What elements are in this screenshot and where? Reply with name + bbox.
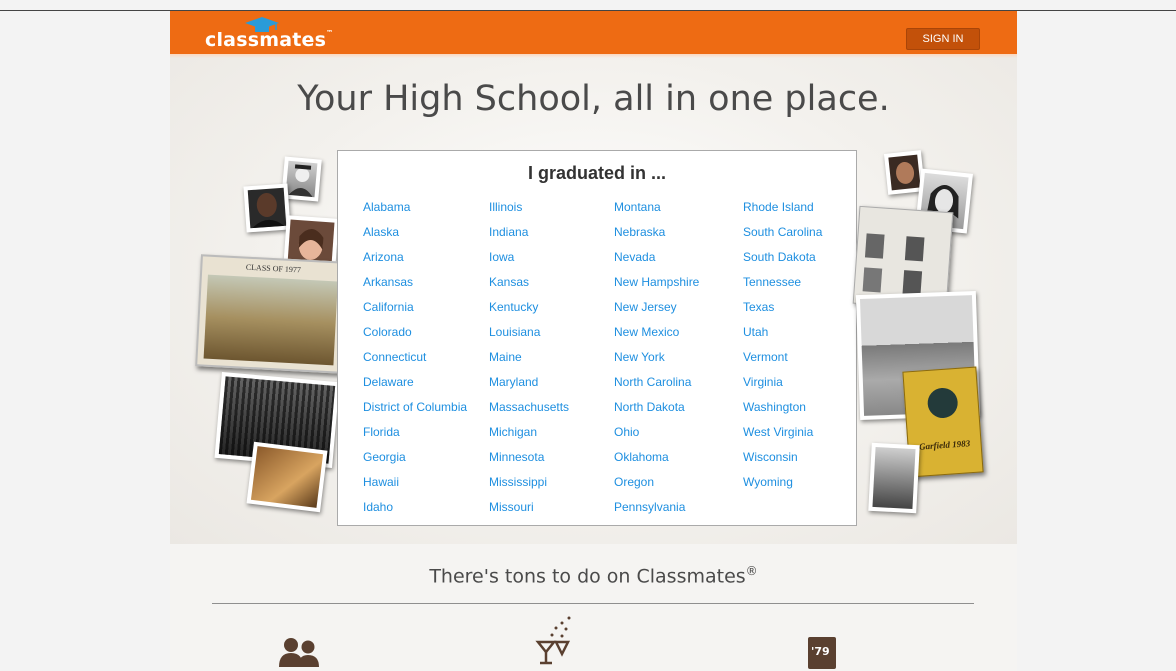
state-link-louisiana[interactable]: Louisiana	[489, 324, 569, 349]
portrait-photo-man	[243, 183, 291, 233]
yearbook-cover-title: Garfield 1983	[918, 438, 971, 452]
state-link-alabama[interactable]: Alabama	[363, 199, 467, 224]
yearbook-icon-label: '79	[811, 645, 830, 658]
features-heading: There's tons to do on Classmates®	[429, 564, 758, 588]
state-link-texas[interactable]: Texas	[743, 299, 822, 324]
state-link-utah[interactable]: Utah	[743, 324, 822, 349]
state-link-wyoming[interactable]: Wyoming	[743, 474, 822, 499]
page: classmates™ SIGN IN Your High School, al…	[170, 11, 1017, 671]
state-link-minnesota[interactable]: Minnesota	[489, 449, 569, 474]
state-link-vermont[interactable]: Vermont	[743, 349, 822, 374]
state-link-district-of-columbia[interactable]: District of Columbia	[363, 399, 467, 424]
yearbook-photo-class-of-1977: CLASS OF 1977	[195, 254, 347, 374]
state-column-2: Illinois Indiana Iowa Kansas Kentucky Lo…	[489, 199, 569, 524]
yearbook-icon: '79	[808, 637, 836, 669]
state-link-oregon[interactable]: Oregon	[614, 474, 699, 499]
state-link-south-carolina[interactable]: South Carolina	[743, 224, 822, 249]
state-link-hawaii[interactable]: Hawaii	[363, 474, 467, 499]
students-photo-sepia	[246, 441, 328, 513]
state-column-1: Alabama Alaska Arizona Arkansas Californ…	[363, 199, 467, 524]
state-link-virginia[interactable]: Virginia	[743, 374, 822, 399]
state-link-ohio[interactable]: Ohio	[614, 424, 699, 449]
state-link-wisconsin[interactable]: Wisconsin	[743, 449, 822, 474]
state-link-arkansas[interactable]: Arkansas	[363, 274, 467, 299]
state-link-pennsylvania[interactable]: Pennsylvania	[614, 499, 699, 524]
state-link-alaska[interactable]: Alaska	[363, 224, 467, 249]
state-link-connecticut[interactable]: Connecticut	[363, 349, 467, 374]
basketball-photo-bw	[868, 442, 920, 514]
state-link-kansas[interactable]: Kansas	[489, 274, 569, 299]
state-link-colorado[interactable]: Colorado	[363, 324, 467, 349]
state-link-georgia[interactable]: Georgia	[363, 449, 467, 474]
state-link-tennessee[interactable]: Tennessee	[743, 274, 822, 299]
graduated-in-title: I graduated in ...	[527, 163, 666, 183]
state-link-missouri[interactable]: Missouri	[489, 499, 569, 524]
state-link-montana[interactable]: Montana	[614, 199, 699, 224]
state-link-nevada[interactable]: Nevada	[614, 249, 699, 274]
state-link-oklahoma[interactable]: Oklahoma	[614, 449, 699, 474]
state-link-new-mexico[interactable]: New Mexico	[614, 324, 699, 349]
state-column-4: Rhode Island South Carolina South Dakota…	[743, 199, 822, 499]
state-link-north-dakota[interactable]: North Dakota	[614, 399, 699, 424]
state-link-illinois[interactable]: Illinois	[489, 199, 569, 224]
state-link-idaho[interactable]: Idaho	[363, 499, 467, 524]
state-link-new-york[interactable]: New York	[614, 349, 699, 374]
state-link-california[interactable]: California	[363, 299, 467, 324]
features-divider	[212, 603, 974, 604]
state-link-massachusetts[interactable]: Massachusetts	[489, 399, 569, 424]
state-link-nebraska[interactable]: Nebraska	[614, 224, 699, 249]
state-link-north-carolina[interactable]: North Carolina	[614, 374, 699, 399]
state-link-maine[interactable]: Maine	[489, 349, 569, 374]
header-bar: classmates™ SIGN IN	[170, 11, 1017, 54]
state-link-indiana[interactable]: Indiana	[489, 224, 569, 249]
state-link-rhode-island[interactable]: Rhode Island	[743, 199, 822, 224]
state-link-mississippi[interactable]: Mississippi	[489, 474, 569, 499]
state-link-iowa[interactable]: Iowa	[489, 249, 569, 274]
page-headline: Your High School, all in one place.	[297, 79, 890, 119]
state-link-maryland[interactable]: Maryland	[489, 374, 569, 399]
state-link-michigan[interactable]: Michigan	[489, 424, 569, 449]
people-icon	[279, 638, 319, 667]
state-column-3: Montana Nebraska Nevada New Hampshire Ne…	[614, 199, 699, 524]
state-link-west-virginia[interactable]: West Virginia	[743, 424, 822, 449]
state-link-arizona[interactable]: Arizona	[363, 249, 467, 274]
state-link-new-hampshire[interactable]: New Hampshire	[614, 274, 699, 299]
sign-in-button[interactable]: SIGN IN	[906, 28, 980, 50]
state-link-new-jersey[interactable]: New Jersey	[614, 299, 699, 324]
header-shadow	[170, 54, 1017, 58]
party-cocktail-icon	[535, 616, 571, 665]
state-selector-panel: I graduated in ... Alabama Alaska Arizon…	[337, 150, 857, 526]
classmates-logo[interactable]: classmates™	[205, 29, 333, 51]
state-link-delaware[interactable]: Delaware	[363, 374, 467, 399]
state-link-florida[interactable]: Florida	[363, 424, 467, 449]
state-link-washington[interactable]: Washington	[743, 399, 822, 424]
state-link-kentucky[interactable]: Kentucky	[489, 299, 569, 324]
state-link-south-dakota[interactable]: South Dakota	[743, 249, 822, 274]
